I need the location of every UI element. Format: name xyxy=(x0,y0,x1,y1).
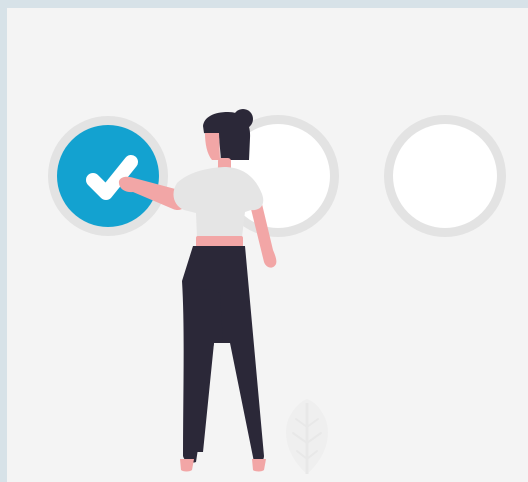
step-circle-1 xyxy=(48,116,168,236)
step-circle-3 xyxy=(384,115,506,237)
plant-icon xyxy=(286,399,328,474)
task-completion-illustration xyxy=(48,109,506,474)
illustration-frame xyxy=(0,0,528,482)
